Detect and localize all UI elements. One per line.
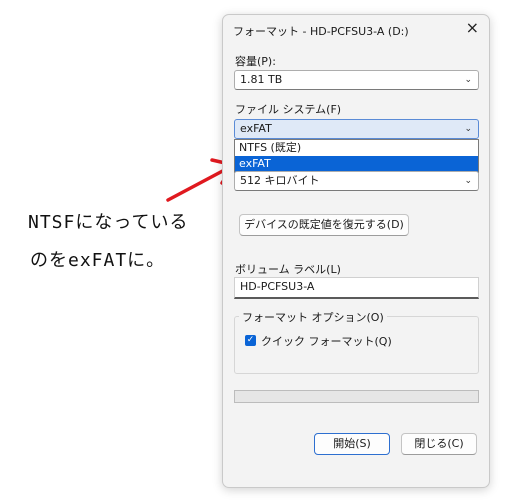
chevron-down-icon: ⌄ — [464, 176, 472, 186]
filesystem-dropdown: NTFS (既定) exFAT — [234, 139, 479, 173]
filesystem-select[interactable]: exFAT ⌄ — [234, 119, 479, 139]
filesystem-value: exFAT — [240, 122, 272, 135]
filesystem-option-ntfs[interactable]: NTFS (既定) — [235, 140, 478, 156]
capacity-label: 容量(P): — [235, 55, 276, 68]
format-progress-bar — [234, 390, 479, 403]
capacity-value: 1.81 TB — [240, 73, 283, 86]
chevron-down-icon: ⌄ — [464, 124, 472, 134]
annotation-line-2: のをexFATに。 — [30, 250, 166, 271]
capacity-select[interactable]: 1.81 TB ⌄ — [234, 70, 479, 90]
volume-label-input[interactable]: HD-PCFSU3-A — [234, 277, 479, 299]
dialog-title: フォーマット - HD-PCFSU3-A (D:) — [233, 25, 409, 38]
format-dialog: フォーマット - HD-PCFSU3-A (D:) × 容量(P): 1.81 … — [222, 14, 490, 488]
restore-defaults-button[interactable]: デバイスの既定値を復元する(D) — [239, 214, 409, 236]
filesystem-option-exfat[interactable]: exFAT — [235, 156, 478, 172]
allocation-unit-select[interactable]: 512 キロバイト ⌄ — [234, 171, 479, 191]
close-icon[interactable]: × — [466, 18, 479, 37]
quick-format-checkbox[interactable]: ✓ — [245, 335, 256, 346]
start-button[interactable]: 開始(S) — [314, 433, 390, 455]
filesystem-label: ファイル システム(F) — [235, 103, 342, 116]
volume-label-label: ボリューム ラベル(L) — [235, 263, 341, 276]
allocation-unit-value: 512 キロバイト — [240, 174, 320, 187]
chevron-down-icon: ⌄ — [464, 75, 472, 85]
close-button[interactable]: 閉じる(C) — [401, 433, 477, 455]
format-options-legend: フォーマット オプション(O) — [239, 309, 387, 325]
quick-format-label: クイック フォーマット(Q) — [261, 335, 392, 348]
annotation-line-1: NTSFになっている — [28, 212, 189, 233]
